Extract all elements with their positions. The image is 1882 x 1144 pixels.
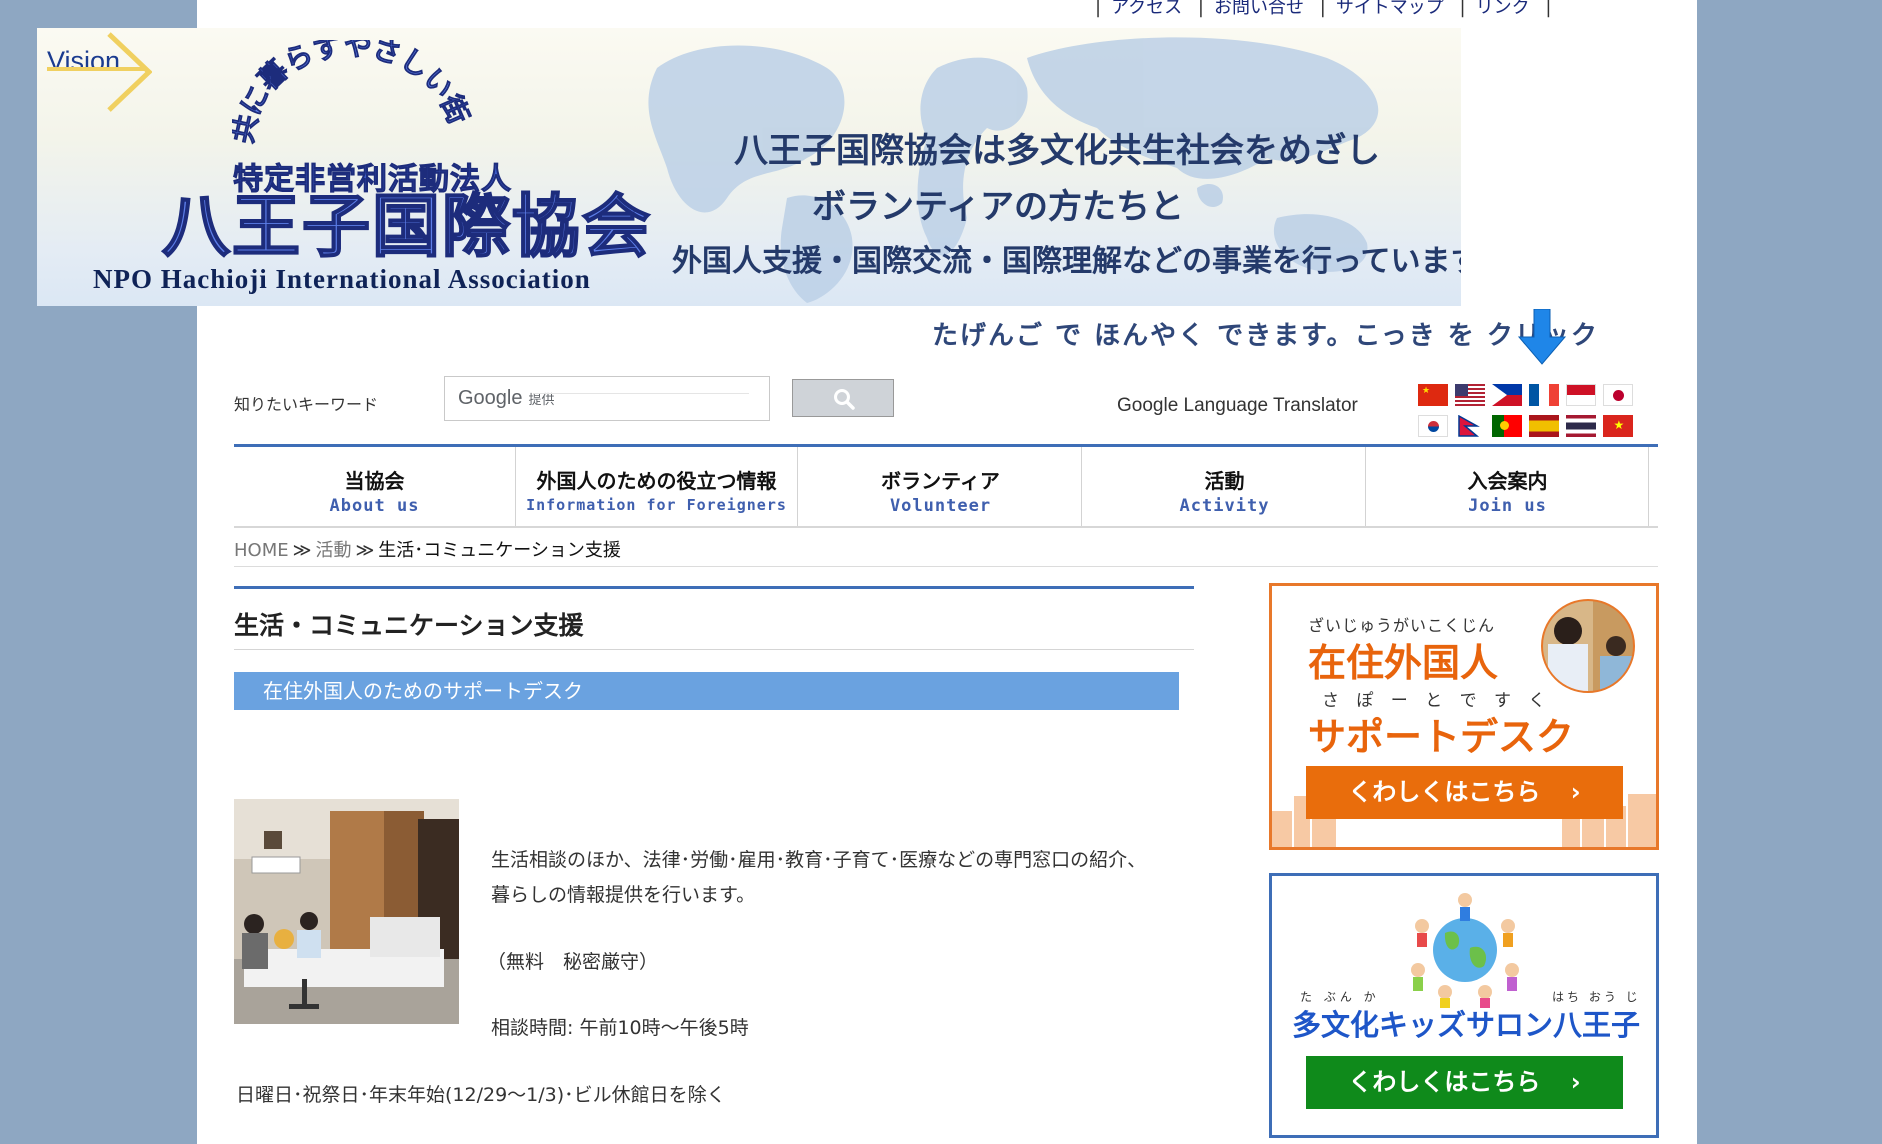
nav-about-us-jp: 当協会 xyxy=(344,469,405,493)
support-desc-line-1: 生活相談のほか、法律･労働･雇用･教育･子育て･医療などの専門窓口の紹介、 xyxy=(491,849,1147,871)
nav-volunteer-jp: ボランティア xyxy=(881,469,1000,493)
support-desk-banner[interactable]: ざいじゅうがいこくじん 在住外国人 さ ぽ ー と で す く サポートデスク … xyxy=(1269,583,1659,850)
support-desc-line-2: 暮らしの情報提供を行います。 xyxy=(491,884,756,906)
support-closed-days: 日曜日･祝祭日･年末年始(12/29～1/3)･ビル休館日を除く xyxy=(236,1084,726,1106)
top-link-access[interactable]: アクセス xyxy=(1111,0,1182,18)
nav-activity-jp: 活動 xyxy=(1204,469,1245,493)
kids-salon-details-label: くわしくはこちら xyxy=(1348,1068,1541,1096)
svg-text:共に暮らすやさしい街に…: 共に暮らすやさしい街に… xyxy=(232,40,472,146)
slogan-arch-text: 共に暮らすやさしい街に… xyxy=(232,40,472,147)
philippines-flag[interactable] xyxy=(1492,384,1523,406)
globe-kids-graphic xyxy=(1411,893,1519,1008)
support-banner-title-1: 在住外国人 xyxy=(1308,641,1499,685)
breadcrumb-chevron-icon: ≫ xyxy=(292,540,312,561)
top-links: | アクセス | お問い合せ | サイトマップ | リンク | xyxy=(1085,0,1561,18)
spain-flag[interactable] xyxy=(1529,415,1560,437)
page-title: 生活・コミュニケーション支援 xyxy=(234,611,584,640)
search-input-underline xyxy=(533,393,749,394)
support-desk-details-button[interactable]: くわしくはこちら › xyxy=(1306,766,1623,819)
support-desk-photo xyxy=(234,799,459,1024)
search-input[interactable]: Google 提供 xyxy=(444,376,770,421)
nav-join-us-jp: 入会案内 xyxy=(1467,469,1548,493)
banner-tagline-2: ボランティアの方たちと xyxy=(812,187,1184,227)
nav-info-foreigners-jp: 外国人のための役立つ情報 xyxy=(536,469,777,493)
org-name-en: NPO Hachioji International Association xyxy=(93,264,591,294)
support-desk-details-label: くわしくはこちら xyxy=(1348,778,1541,806)
header-banner[interactable]: Vision 共に暮らすやさしい街に… 特定非営利活動法人 八王子国際協会 NP… xyxy=(37,28,1461,306)
nav-volunteer-en: Volunteer xyxy=(889,496,992,516)
kids-salon-banner[interactable]: た ぶん か はち おう じ 多文化キッズサロン八王子 くわしくはこちら › xyxy=(1269,873,1659,1138)
search-button[interactable] xyxy=(792,379,894,417)
vision-arrow-line xyxy=(47,67,147,71)
top-link-contact[interactable]: お問い合せ xyxy=(1214,0,1304,18)
google-logo: Google 提供 xyxy=(458,387,555,409)
main-nav: 当協会 About us 外国人のための役立つ情報 Information fo… xyxy=(234,444,1658,528)
usa-flag[interactable] xyxy=(1455,384,1486,406)
nav-volunteer[interactable]: ボランティア Volunteer xyxy=(800,447,1082,526)
page-title-block: 生活・コミュニケーション支援 xyxy=(234,586,1194,650)
kids-salon-details-button[interactable]: くわしくはこちら › xyxy=(1306,1056,1623,1109)
vietnam-flag[interactable]: ★ xyxy=(1603,415,1634,437)
banner-tagline-1: 八王子国際協会は多文化共生社会をめざし xyxy=(734,131,1380,171)
support-hours: 相談時間: 午前10時～午後5時 xyxy=(491,1017,749,1039)
chevron-right-icon: › xyxy=(1570,1068,1581,1096)
slogan-arch: 共に暮らすやさしい街に… xyxy=(232,40,472,147)
nav-about-us[interactable]: 当協会 About us xyxy=(234,447,516,526)
nav-activity[interactable]: 活動 Activity xyxy=(1084,447,1366,526)
nav-join-us-en: Join us xyxy=(1468,496,1547,516)
nav-info-foreigners[interactable]: 外国人のための役立つ情報 Information for Foreigners xyxy=(516,447,798,526)
korea-flag[interactable] xyxy=(1418,415,1448,437)
nav-join-us[interactable]: 入会案内 Join us xyxy=(1367,447,1649,526)
chevron-right-icon: › xyxy=(1570,778,1581,806)
support-banner-title-2: サポートデスク xyxy=(1308,715,1575,759)
translate-hint: たげんご で ほんやく できます。こっき を クリック xyxy=(932,321,1599,351)
top-link-sitemap[interactable]: サイトマップ xyxy=(1336,0,1444,18)
support-free-note: （無料 秘密厳守） xyxy=(487,951,659,973)
language-flags: ★ ★ xyxy=(1418,384,1653,446)
search-keyword-label: 知りたいキーワード xyxy=(234,395,379,414)
china-flag[interactable]: ★ xyxy=(1418,384,1448,406)
top-link-links[interactable]: リンク xyxy=(1476,0,1530,18)
indonesia-flag[interactable] xyxy=(1566,384,1597,406)
arrow-down-icon xyxy=(1517,309,1567,365)
france-flag[interactable] xyxy=(1529,384,1560,406)
kids-banner-title: 多文化キッズサロン八王子 xyxy=(1292,1008,1641,1042)
breadcrumb-activity[interactable]: 活動 xyxy=(315,540,351,561)
breadcrumb-current: 生活･コミュニケーション支援 xyxy=(378,540,621,561)
banner-tagline-3: 外国人支援・国際交流・国際理解などの事業を行っています xyxy=(672,244,1461,279)
breadcrumb-home[interactable]: HOME xyxy=(234,540,289,561)
org-name-jp: 八王子国際協会 xyxy=(161,187,653,268)
thailand-flag[interactable] xyxy=(1566,415,1597,437)
nav-about-us-en: About us xyxy=(329,496,420,516)
consultation-photo-circle xyxy=(1541,599,1635,693)
translator-label: Google Language Translator xyxy=(1117,395,1358,416)
nav-activity-en: Activity xyxy=(1179,496,1270,516)
breadcrumb-chevron-icon: ≫ xyxy=(355,540,375,561)
section-heading: 在住外国人のためのサポートデスク xyxy=(234,672,1179,710)
search-icon xyxy=(834,389,855,410)
portugal-flag[interactable] xyxy=(1492,415,1523,437)
breadcrumb: HOME ≫ 活動 ≫ 生活･コミュニケーション支援 xyxy=(234,536,1658,567)
nav-info-foreigners-en: Information for Foreigners xyxy=(526,496,787,514)
japan-flag[interactable] xyxy=(1603,384,1634,406)
nepal-flag[interactable] xyxy=(1455,415,1486,437)
